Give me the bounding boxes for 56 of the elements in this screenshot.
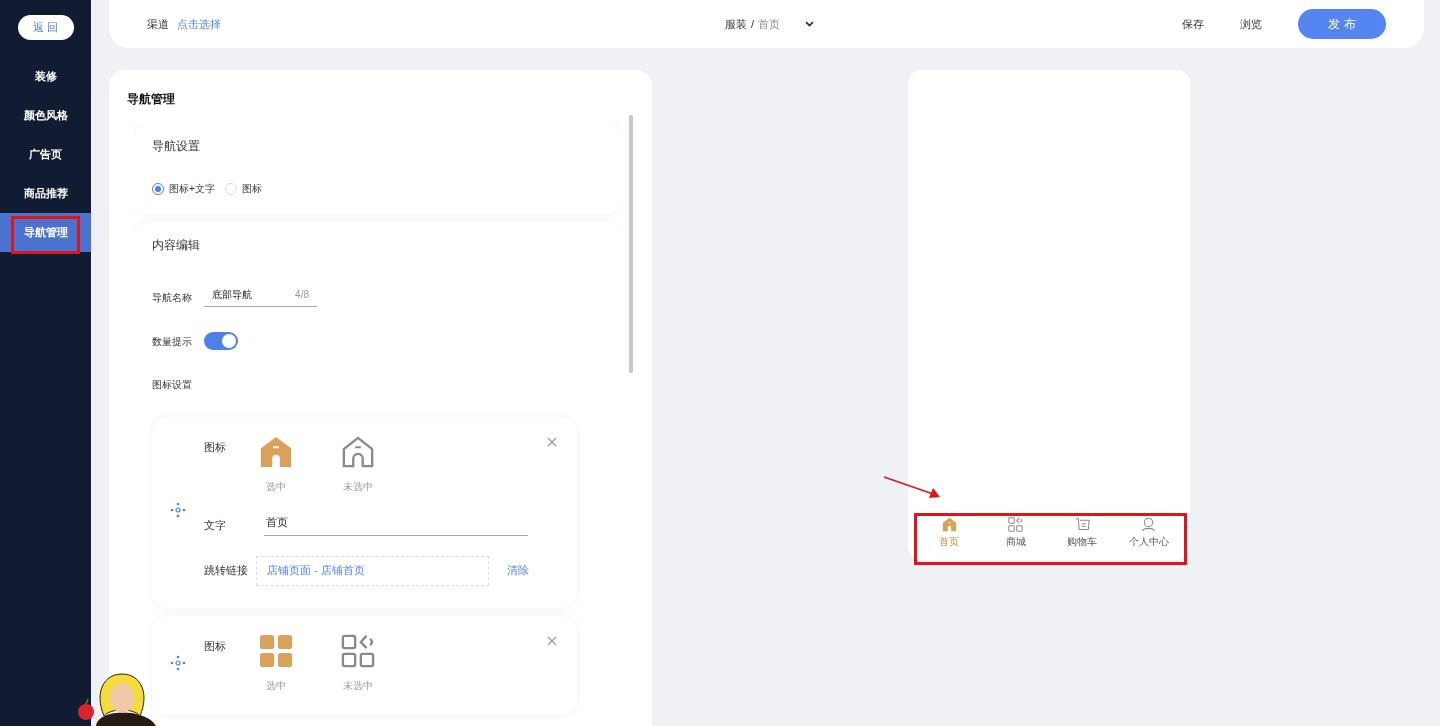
house-icon bbox=[259, 435, 293, 469]
breadcrumb-page: 首页 bbox=[758, 16, 781, 32]
field-label: 导航名称 bbox=[152, 290, 193, 305]
publish-button[interactable]: 发布 bbox=[1298, 9, 1386, 39]
annotation-box bbox=[11, 216, 80, 254]
selected-caption: 选中 bbox=[266, 480, 286, 494]
toggle-switch[interactable] bbox=[204, 332, 238, 350]
selected-caption: 选中 bbox=[266, 678, 286, 693]
drag-handle-icon[interactable] bbox=[170, 655, 186, 671]
bottom-nav-tab[interactable]: 购物车 bbox=[1054, 517, 1111, 548]
unselected-caption: 未选中 bbox=[343, 480, 373, 494]
house-icon bbox=[941, 517, 957, 532]
chevron-down-icon bbox=[805, 21, 815, 27]
radio-option[interactable]: 图标 bbox=[224, 181, 262, 196]
sidebar-item[interactable]: 装修 bbox=[0, 57, 91, 96]
bottom-nav-tab[interactable]: 个人中心 bbox=[1120, 517, 1177, 548]
close-icon[interactable] bbox=[547, 635, 557, 646]
link-field[interactable]: 店铺页面 - 店铺首页 bbox=[256, 555, 489, 586]
text-input[interactable]: 首页 bbox=[264, 514, 528, 536]
panel-title: 导航管理 bbox=[127, 91, 176, 108]
back-button[interactable]: 返回 bbox=[17, 15, 74, 40]
sidebar-item[interactable]: 广告页 bbox=[0, 135, 91, 174]
person-icon bbox=[1141, 517, 1157, 532]
section-title: 导航设置 bbox=[152, 138, 201, 155]
breadcrumb-category: 服装 bbox=[725, 16, 747, 32]
sidebar-item[interactable]: 商品推荐 bbox=[0, 174, 91, 213]
grid-icon bbox=[259, 633, 293, 668]
icon-label: 图标 bbox=[204, 638, 227, 654]
scrollbar-thumb[interactable] bbox=[629, 115, 633, 373]
clear-link[interactable]: 清除 bbox=[507, 562, 529, 579]
field-label: 图标设置 bbox=[152, 378, 193, 392]
char-count: 4/8 bbox=[295, 288, 309, 302]
cart-icon bbox=[1074, 517, 1090, 532]
name-value: 底部导航 bbox=[212, 288, 252, 302]
toolbar-action[interactable]: 浏览 bbox=[1240, 15, 1262, 33]
house-icon bbox=[341, 435, 375, 469]
unselected-caption: 未选中 bbox=[343, 678, 373, 693]
radio-option[interactable]: 图标+文字 bbox=[152, 181, 215, 196]
channel-label: 渠道 bbox=[147, 16, 169, 32]
section-title: 内容编辑 bbox=[152, 237, 201, 254]
grid-icon bbox=[1008, 517, 1024, 532]
drag-handle-icon[interactable] bbox=[170, 502, 186, 519]
bottom-nav-tab[interactable]: 商城 bbox=[987, 517, 1044, 548]
text-label: 文字 bbox=[204, 517, 227, 533]
sidebar-item[interactable]: 颜色风格 bbox=[0, 96, 91, 135]
close-icon[interactable] bbox=[547, 437, 557, 447]
channel-link[interactable]: 点击选择 bbox=[177, 15, 221, 33]
toolbar-action[interactable]: 保存 bbox=[1182, 15, 1204, 33]
grid-icon bbox=[341, 633, 375, 668]
icon-label: 图标 bbox=[204, 440, 227, 455]
breadcrumb-separator: / bbox=[751, 16, 755, 32]
page-select[interactable]: 服装 / 首页 bbox=[725, 15, 815, 33]
link-label: 跳转链接 bbox=[204, 563, 249, 579]
field-label: 数量提示 bbox=[152, 334, 193, 349]
annotation-arrow bbox=[883, 475, 941, 499]
name-input[interactable]: 底部导航 4/8 bbox=[204, 287, 317, 307]
